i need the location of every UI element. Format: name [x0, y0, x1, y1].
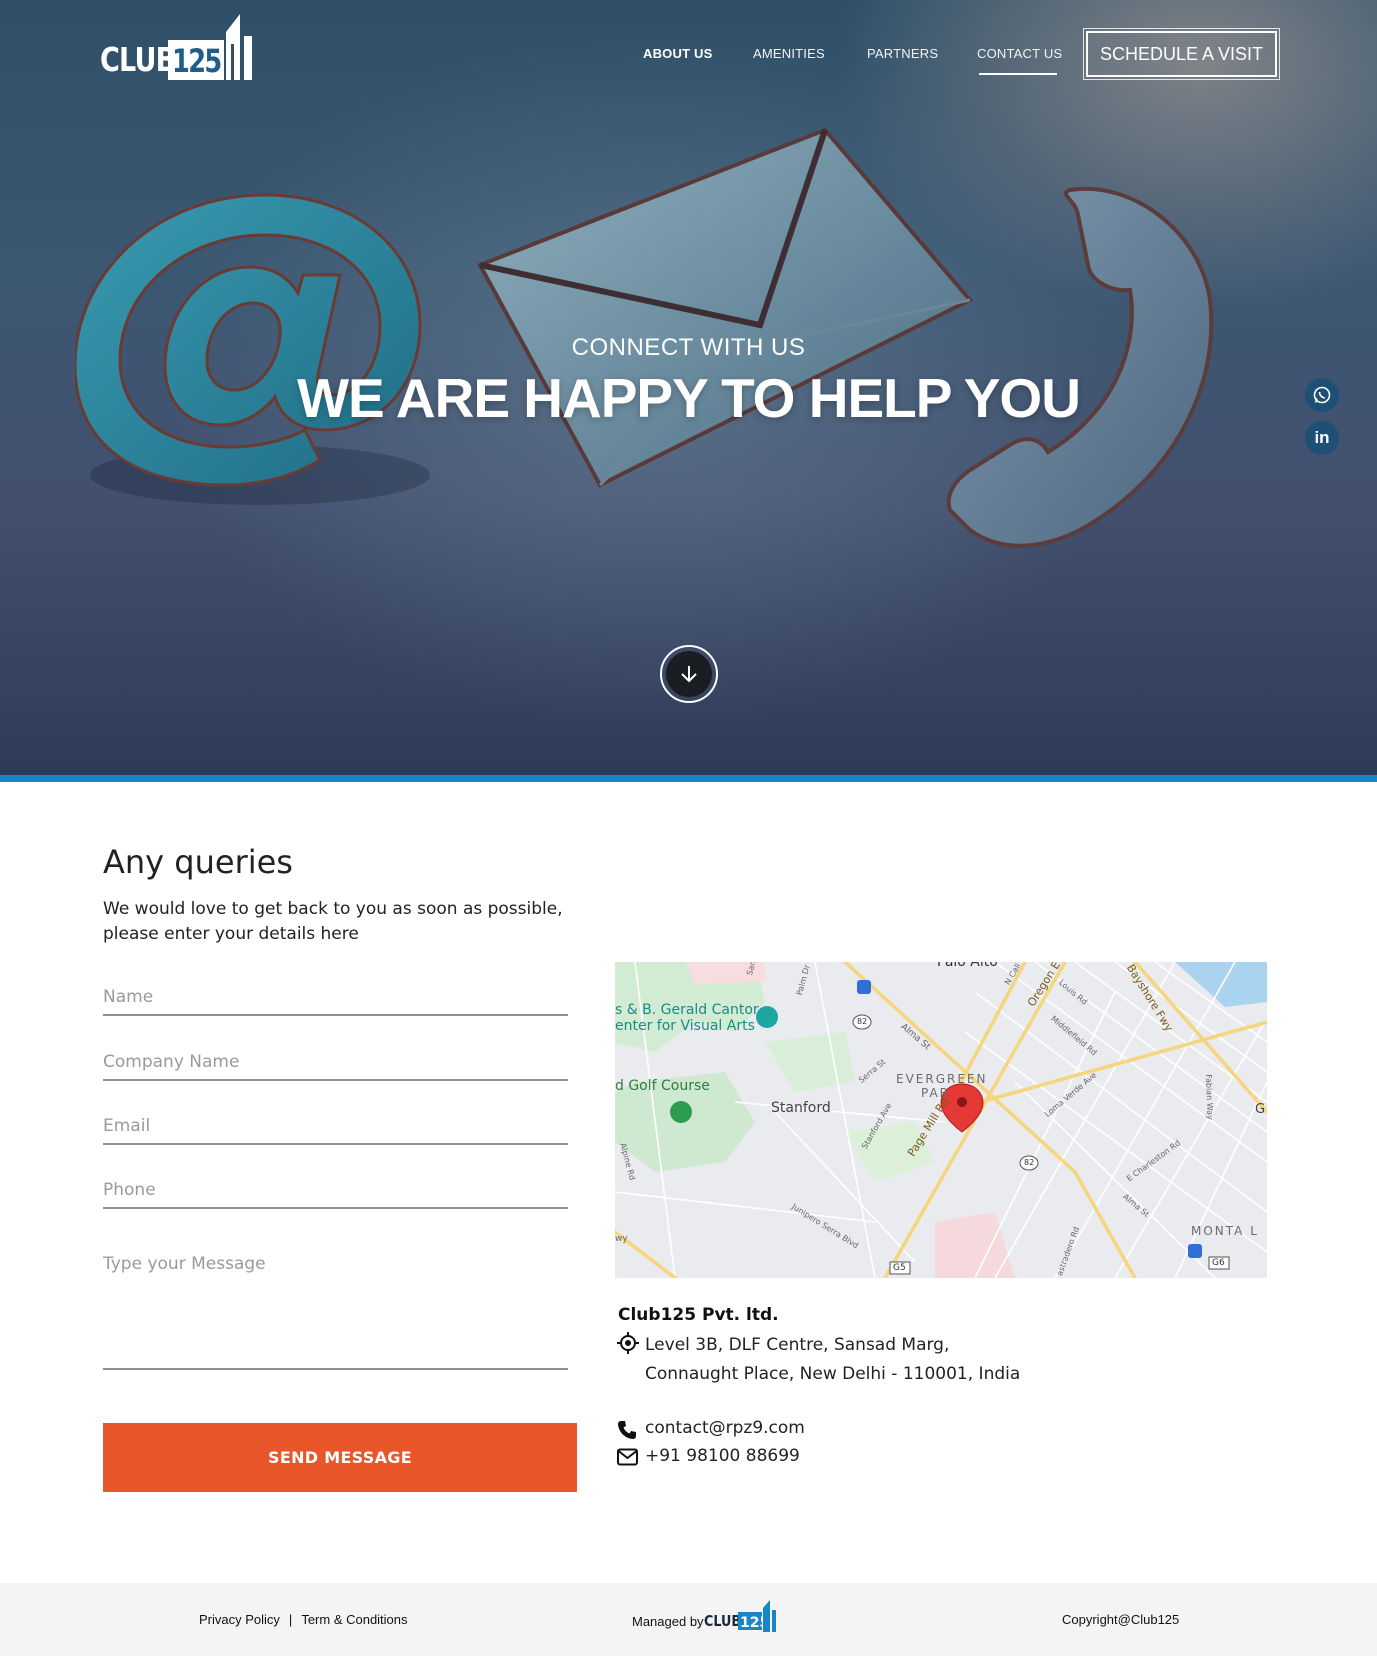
phone-field[interactable] — [103, 1173, 568, 1209]
location-map[interactable]: Palo Alto s & B. Gerald Cantor enter for… — [615, 962, 1267, 1278]
map-label-cantor-2: enter for Visual Arts — [615, 1018, 755, 1034]
map-label-stanford: Stanford — [771, 1100, 831, 1116]
nav-contact-us[interactable]: CONTACT US — [977, 46, 1062, 61]
address-line-1: Level 3B, DLF Centre, Sansad Marg, — [645, 1335, 950, 1355]
footer-logo-club: CLUB — [704, 1613, 741, 1630]
scroll-down-button[interactable] — [660, 645, 718, 703]
map-label-wy: wy — [615, 1234, 628, 1244]
queries-description: We would love to get back to you as soon… — [103, 899, 563, 944]
footer-links: Privacy Policy | Term & Conditions — [199, 1612, 408, 1627]
map-label-golf-course: d Golf Course — [615, 1078, 710, 1094]
logo-number-text: 125 — [172, 42, 222, 80]
nav-about-us[interactable]: ABOUT US — [643, 46, 713, 61]
hero-accent-bar — [0, 775, 1377, 782]
hero-banner: CLUB 125 ABOUT US AMENITIES PARTNERS CON… — [0, 0, 1377, 775]
hero-subtitle: CONNECT WITH US — [571, 334, 806, 361]
map-label-g6: G6 — [1212, 1258, 1225, 1268]
mail-icon — [617, 1448, 638, 1466]
nav-amenities[interactable]: AMENITIES — [753, 46, 825, 61]
contact-email[interactable]: contact@rpz9.com — [645, 1418, 805, 1438]
nav-partners[interactable]: PARTNERS — [867, 46, 938, 61]
email-field[interactable] — [103, 1109, 568, 1145]
whatsapp-button[interactable] — [1305, 378, 1339, 412]
message-field[interactable] — [103, 1250, 568, 1370]
schedule-visit-button[interactable]: SCHEDULE A VISIT — [1083, 28, 1280, 80]
map-label-fabian: Fabian Way — [1204, 1074, 1215, 1120]
address-block: Level 3B, DLF Centre, Sansad Marg, Conna… — [645, 1331, 1020, 1389]
map-label-evergreen: EVERGREEN — [896, 1072, 988, 1086]
map-label-route-82: 82 — [857, 1017, 868, 1026]
envelope-graphic — [477, 127, 974, 488]
scroll-down-inner — [666, 651, 712, 697]
hero-title: WE ARE HAPPY TO HELP YOU — [297, 367, 1081, 429]
queries-heading: Any queries — [103, 843, 293, 881]
map-label-g-edge: G — [1255, 1102, 1266, 1117]
phone-icon — [618, 1421, 636, 1439]
linkedin-icon: in — [1314, 428, 1330, 447]
linkedin-button[interactable]: in — [1305, 421, 1339, 455]
managed-by-text: Managed by — [632, 1614, 704, 1629]
footer-separator: | — [288, 1612, 293, 1627]
club125-logo[interactable]: CLUB 125 — [100, 14, 260, 84]
company-name: Club125 Pvt. ltd. — [618, 1305, 779, 1325]
address-line-2: Connaught Place, New Delhi - 110001, Ind… — [645, 1364, 1021, 1384]
arrow-down-icon — [681, 666, 697, 683]
map-label-monta: MONTA L — [1191, 1224, 1259, 1238]
name-field[interactable] — [103, 980, 568, 1016]
location-target-icon — [617, 1332, 639, 1354]
terms-link[interactable]: Term & Conditions — [301, 1612, 407, 1627]
send-message-button[interactable]: SEND MESSAGE — [103, 1423, 577, 1492]
map-label-g5: G5 — [893, 1263, 906, 1273]
company-name-field[interactable] — [103, 1045, 568, 1081]
privacy-policy-link[interactable]: Privacy Policy — [199, 1612, 280, 1627]
copyright-text: Copyright@Club125 — [1062, 1612, 1180, 1627]
footer-club125-logo[interactable]: CLUB 125 — [704, 1598, 784, 1634]
building-icon — [226, 14, 252, 80]
nav-active-indicator — [979, 73, 1057, 75]
whatsapp-icon — [1313, 386, 1331, 404]
map-label-route-82b: 82 — [1024, 1158, 1035, 1167]
logo-club-text: CLUB — [100, 40, 176, 79]
map-label-cantor: s & B. Gerald Cantor — [615, 1002, 759, 1018]
contact-phone[interactable]: +91 98100 88699 — [645, 1446, 800, 1466]
map-label-palo-alto: Palo Alto — [937, 962, 998, 970]
